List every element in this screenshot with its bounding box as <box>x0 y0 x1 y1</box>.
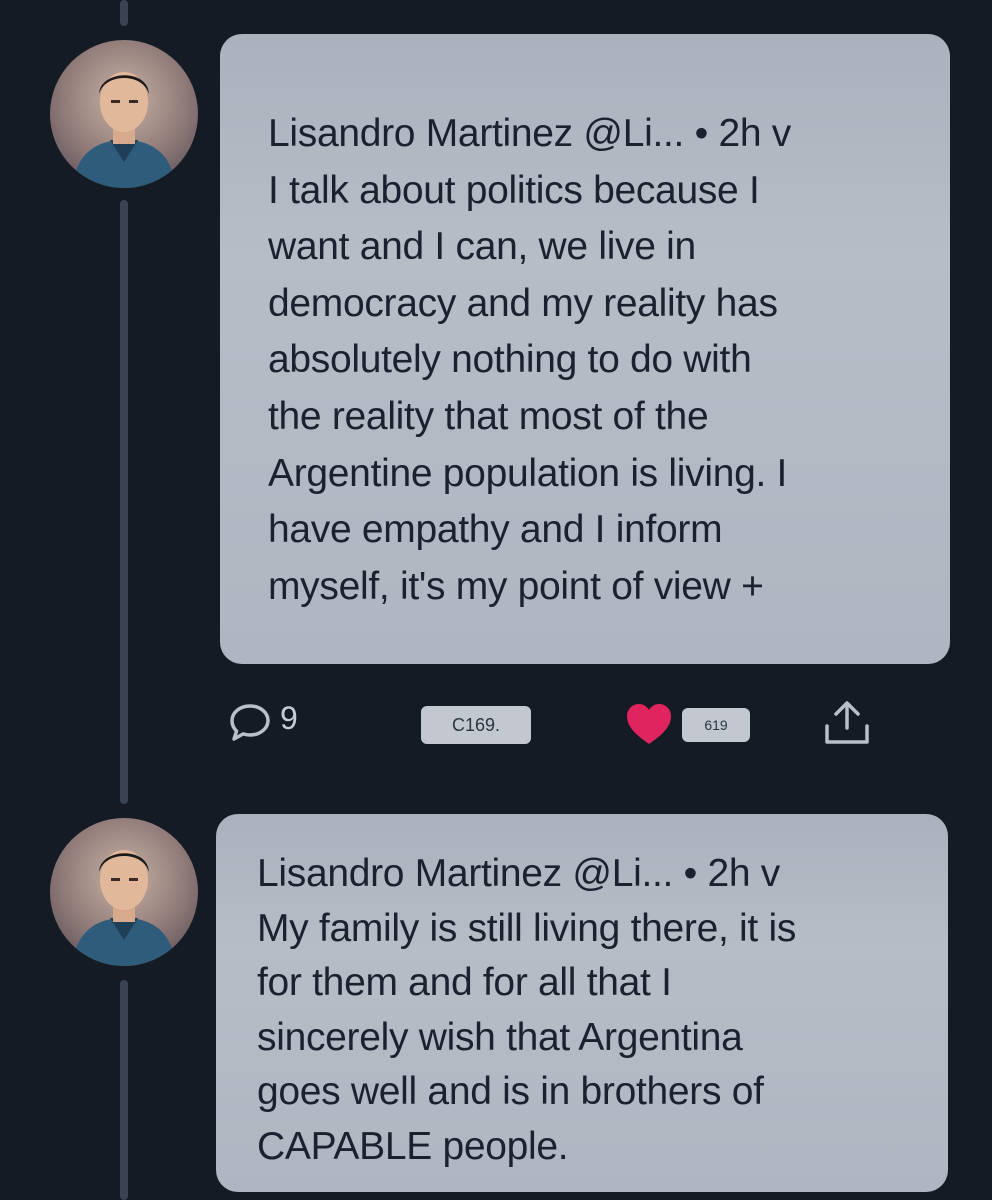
speech-bubble-icon[interactable] <box>228 700 272 744</box>
tweet-text-line: have empathy and I inform <box>268 508 723 552</box>
tweet-text-line: sincerely wish that Argentina <box>257 1015 743 1059</box>
thread-line-top <box>120 0 128 26</box>
tweet-text-line: absolutely nothing to do with <box>268 338 752 382</box>
tweet-bubble[interactable]: Lisandro Martinez @Li... • 2h v My famil… <box>216 814 948 1192</box>
tweet-text-line: Argentine population is living. I <box>268 451 788 495</box>
tweet-text-line: democracy and my reality has <box>268 281 778 325</box>
heart-icon[interactable] <box>624 700 674 748</box>
like-count: 619 <box>682 708 750 742</box>
tweet-text-line: goes well and is in brothers of <box>257 1070 764 1113</box>
avatar[interactable] <box>50 818 198 966</box>
tweet-text-line: CAPABLE people. <box>257 1124 569 1168</box>
tweet-header: Lisandro Martinez @Li... • 2h v <box>268 112 792 155</box>
share-icon[interactable] <box>820 698 874 748</box>
thread-line-bottom <box>120 980 128 1200</box>
tweet-action-bar: 9 C169. 619 <box>0 690 992 754</box>
retweet-count-label[interactable]: C169. <box>421 706 531 744</box>
avatar[interactable] <box>50 40 198 188</box>
tweet-bubble[interactable]: Lisandro Martinez @Li... • 2h v I talk a… <box>220 34 950 664</box>
tweet-header: Lisandro Martinez @Li... • 2h v <box>257 852 781 895</box>
tweet-text-line: for them and for all that I <box>257 961 672 1004</box>
tweet-text-line: My family is still living there, it is <box>257 906 797 950</box>
tweet-text-line: myself, it's my point of view + <box>268 564 764 608</box>
tweet-text-line: the reality that most of the <box>268 394 709 438</box>
tweet-text-line: want and I can, we live in <box>268 225 696 269</box>
tweet-text-line: I talk about politics because I <box>268 168 760 212</box>
reply-count: 9 <box>280 700 298 736</box>
